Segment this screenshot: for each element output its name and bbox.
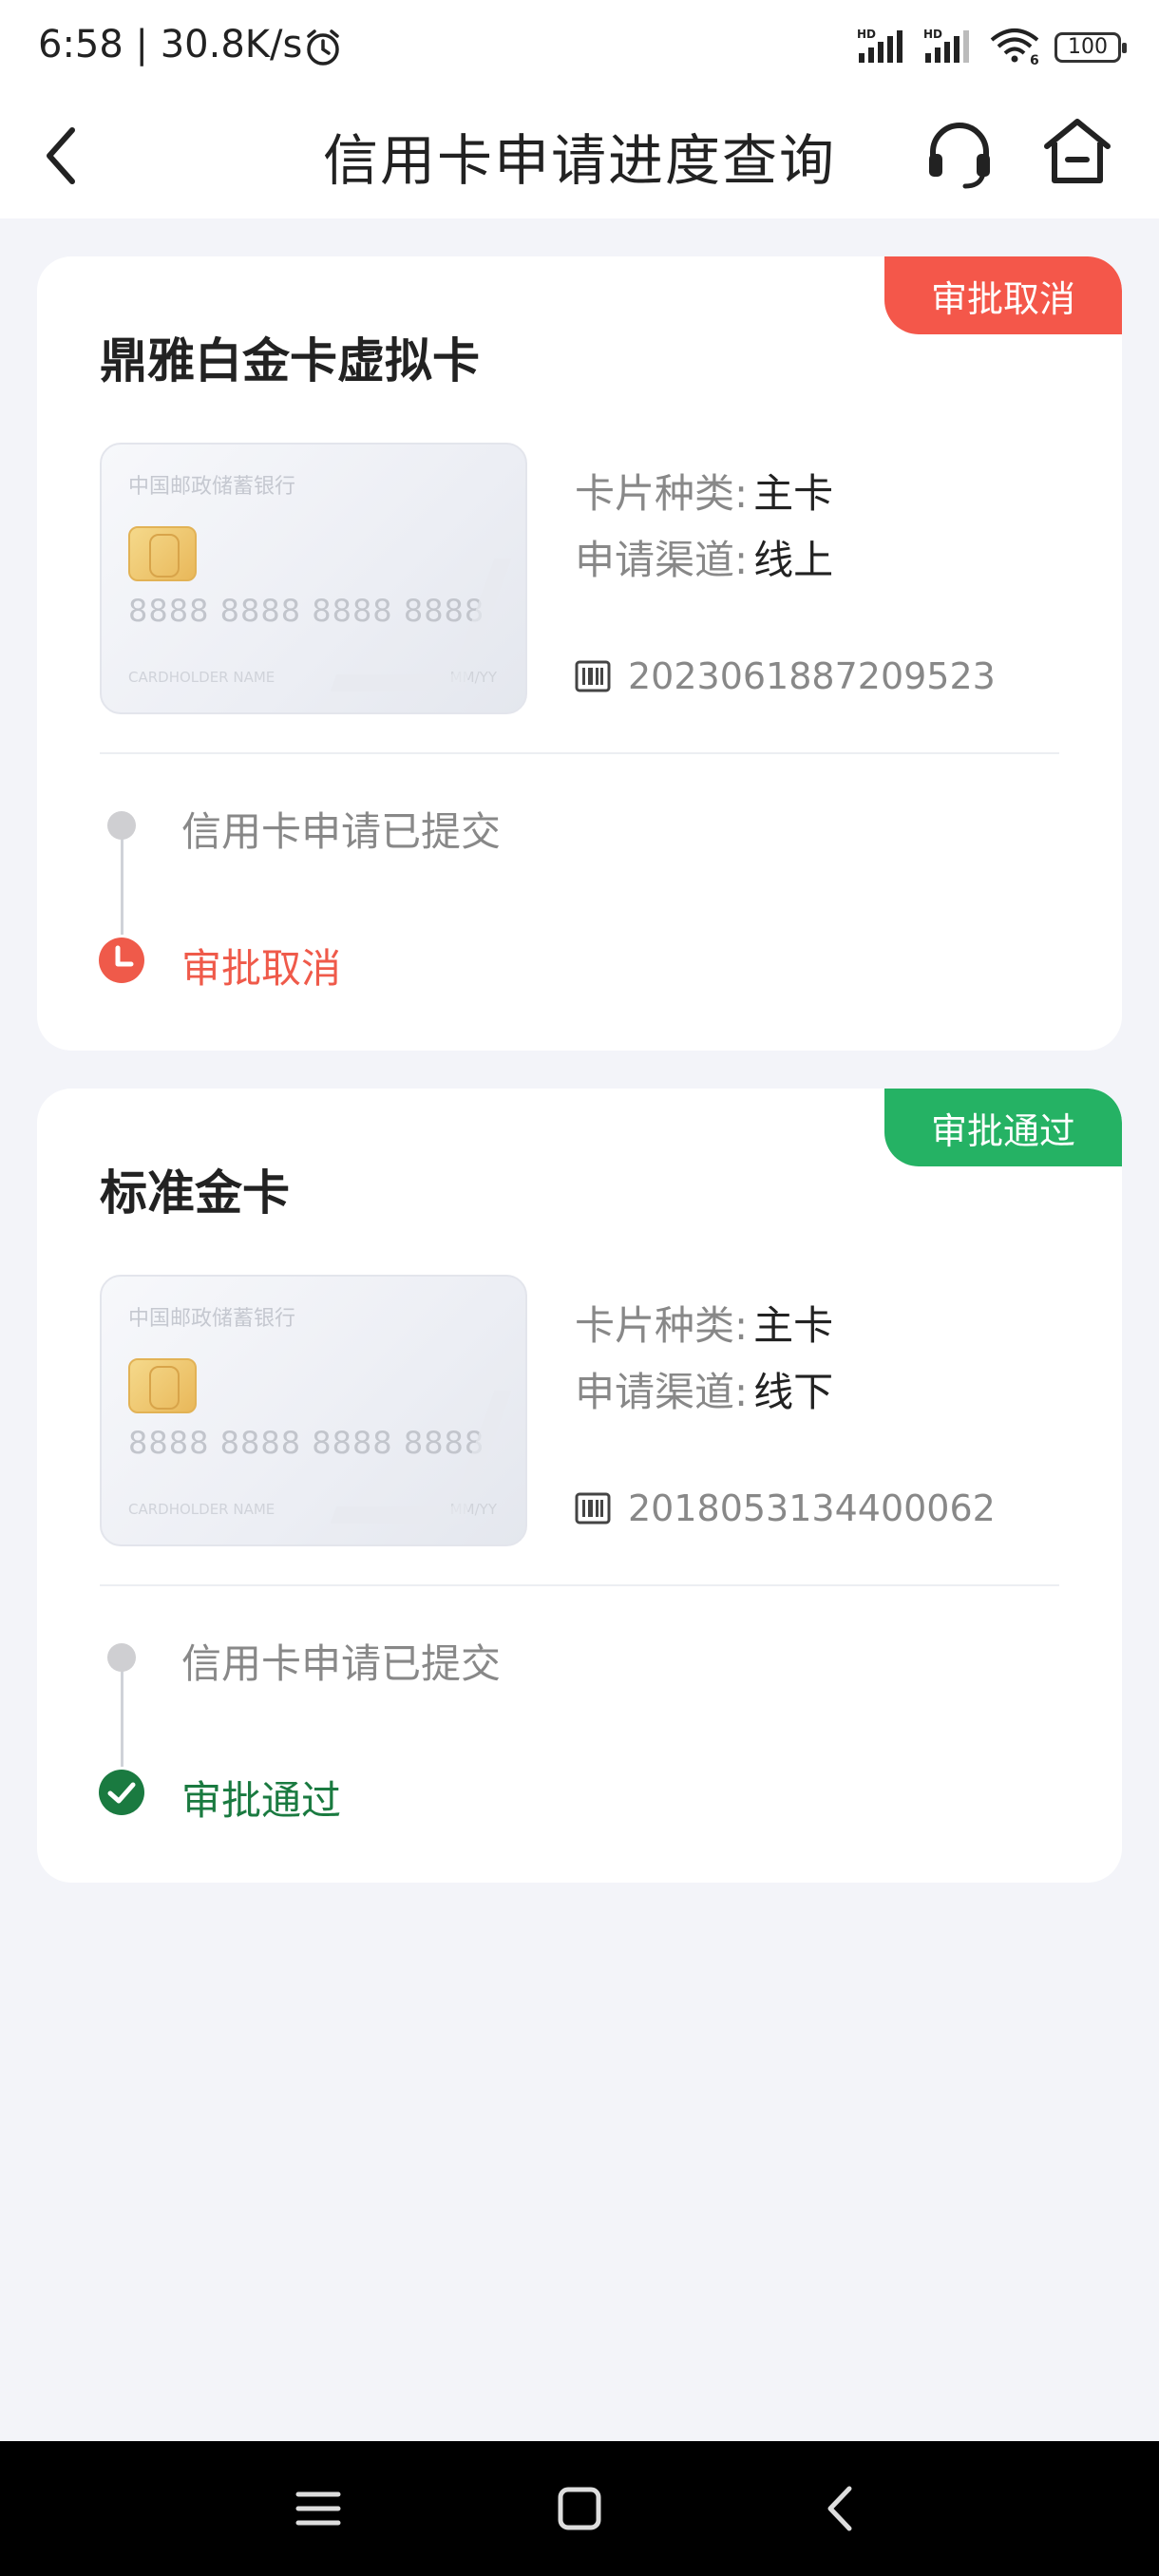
step-status: 审批通过 — [181, 1777, 342, 1824]
barcode-icon — [575, 1492, 611, 1525]
cardholder-label: CARDHOLDER NAME — [128, 1501, 276, 1518]
application-number-row: 2018053134400062 — [575, 1487, 996, 1529]
channel-label: 申请渠道: — [575, 537, 749, 583]
step-submitted: 信用卡申请已提交 — [181, 808, 502, 855]
header: 信用卡申请进度查询 — [0, 95, 1159, 218]
timeline-connector — [121, 830, 124, 935]
card-kind-label: 卡片种类: — [575, 470, 749, 517]
home-icon — [1044, 119, 1111, 183]
headset-icon — [929, 123, 990, 189]
card-chip — [128, 1358, 197, 1413]
card-image: 中国邮政储蓄银行 8888 8888 8888 8888 CARDHOLDER … — [100, 443, 527, 714]
card-product-name: 标准金卡 — [100, 1165, 290, 1221]
home-nav-button[interactable] — [546, 2479, 613, 2538]
back-nav-button[interactable] — [808, 2479, 874, 2538]
application-number: 2023061887209523 — [628, 655, 996, 697]
channel-value: 线上 — [753, 537, 834, 583]
status-bar: 6:58 | 30.8K/s HD HD 6 100 — [0, 0, 1159, 95]
svg-text:HD: HD — [923, 28, 942, 41]
step-dot — [107, 811, 136, 840]
svg-text:HD: HD — [857, 28, 876, 41]
check-circle-icon — [99, 1770, 144, 1815]
step-status: 审批取消 — [181, 945, 342, 992]
card-image: 中国邮政储蓄银行 8888 8888 8888 8888 CARDHOLDER … — [100, 1275, 527, 1546]
divider — [100, 752, 1059, 754]
step-submitted: 信用卡申请已提交 — [181, 1640, 502, 1687]
application-number: 2018053134400062 — [628, 1487, 996, 1529]
card-kind-row: 卡片种类: 主卡 — [575, 1294, 833, 1352]
cardholder-label: CARDHOLDER NAME — [128, 669, 276, 686]
home-button[interactable] — [1039, 114, 1115, 190]
menu-icon — [295, 2491, 341, 2526]
application-card[interactable]: 审批取消 鼎雅白金卡虚拟卡 中国邮政储蓄银行 8888 8888 8888 88… — [37, 256, 1122, 1051]
card-bank-name: 中国邮政储蓄银行 — [128, 475, 296, 499]
barcode-icon — [575, 660, 611, 692]
system-nav-bar — [0, 2441, 1159, 2576]
timeline-connector — [121, 1662, 124, 1767]
card-chip — [128, 526, 197, 581]
card-kind-value: 主卡 — [753, 470, 834, 517]
back-icon — [827, 2486, 852, 2531]
channel-row: 申请渠道: 线上 — [575, 528, 833, 586]
channel-value: 线下 — [753, 1369, 834, 1415]
status-icons: HD HD 6 100 — [855, 27, 1127, 68]
clock-icon — [99, 938, 144, 983]
signal-hd-icon-2: HD — [922, 27, 975, 68]
status-time: 6:58 | 30.8K/s — [38, 23, 303, 66]
square-icon — [558, 2487, 601, 2530]
status-tag: 审批通过 — [884, 1089, 1122, 1166]
application-card[interactable]: 审批通过 标准金卡 中国邮政储蓄银行 8888 8888 8888 8888 C… — [37, 1089, 1122, 1883]
application-number-row: 2023061887209523 — [575, 655, 996, 697]
menu-button[interactable] — [285, 2479, 352, 2538]
signal-hd-icon-1: HD — [855, 27, 908, 68]
alarm-icon — [302, 27, 344, 72]
battery-icon: 100 — [1054, 32, 1127, 63]
svg-text:6: 6 — [1030, 53, 1039, 65]
card-kind-label: 卡片种类: — [575, 1302, 749, 1349]
card-product-name: 鼎雅白金卡虚拟卡 — [100, 333, 480, 388]
wifi-icon: 6 — [988, 27, 1041, 68]
card-kind-value: 主卡 — [753, 1302, 834, 1349]
card-bank-name: 中国邮政储蓄银行 — [128, 1307, 296, 1331]
channel-label: 申请渠道: — [575, 1369, 749, 1415]
status-tag: 审批取消 — [884, 256, 1122, 334]
support-button[interactable] — [922, 116, 998, 192]
card-kind-row: 卡片种类: 主卡 — [575, 462, 833, 520]
channel-row: 申请渠道: 线下 — [575, 1360, 833, 1418]
divider — [100, 1584, 1059, 1586]
step-dot — [107, 1643, 136, 1672]
